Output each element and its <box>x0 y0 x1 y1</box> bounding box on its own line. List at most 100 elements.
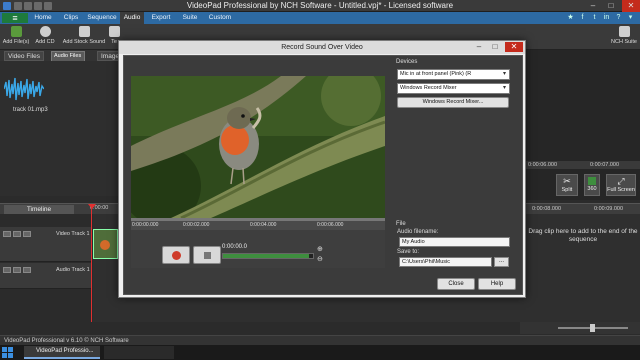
zoom-out-icon[interactable]: ⊖ <box>317 256 325 264</box>
add-stock-sound-label: Add Stock Sound <box>62 39 106 45</box>
input-device-select[interactable]: Mic in at front panel (Pink) (R ▾ <box>397 69 510 80</box>
windows-start-icon[interactable] <box>2 347 14 358</box>
timeline-drop-hint: Drag clip here to add to the end of the … <box>528 228 638 243</box>
stock-sound-icon <box>78 26 90 37</box>
dialog-close-button[interactable]: ✕ <box>505 42 523 52</box>
audio-filename-input[interactable]: My Audio <box>399 237 510 247</box>
cd-icon <box>39 26 51 37</box>
playhead-line[interactable] <box>91 204 92 322</box>
close-dialog-button[interactable]: Close <box>437 278 475 290</box>
status-bar: VideoPad Professional v 6.10 © NCH Softw… <box>0 335 640 345</box>
linkedin-icon[interactable]: in <box>602 13 611 22</box>
record-level-meter <box>222 253 314 259</box>
dialog-ruler: 0:00:00.000 0:00:02.000 0:00:04.000 0:00… <box>131 218 385 230</box>
ruler-time: 0:00:08.000 <box>532 206 562 212</box>
mixer-value: Windows Record Mixer <box>400 85 457 91</box>
dialog-minimize-button[interactable]: – <box>473 42 485 52</box>
tab-audio[interactable]: Audio <box>120 12 144 24</box>
taskbar: VideoPad Professio... <box>0 345 640 360</box>
dialog-title: Record Sound Over Video <box>119 41 525 54</box>
settings-icon[interactable]: ▾ <box>626 13 635 22</box>
record-button[interactable] <box>162 246 190 264</box>
tab-suite[interactable]: Suite <box>178 12 202 24</box>
fullscreen-icon: ⤢ <box>617 176 625 186</box>
full-screen-button[interactable]: ⤢ Full Screen <box>606 174 636 196</box>
tab-custom[interactable]: Custom <box>206 12 234 24</box>
main-menu-button[interactable]: ≡ <box>2 13 28 23</box>
tab-video-files[interactable]: Video Files <box>4 51 45 61</box>
window-title: VideoPad Professional by NCH Software - … <box>186 1 454 10</box>
ruler-time: 0:00:06.000 <box>317 222 344 228</box>
twitter-icon[interactable]: t <box>590 13 599 22</box>
taskbar-item-window[interactable] <box>104 346 174 359</box>
track-options-icon[interactable] <box>23 267 31 273</box>
add-files-label: Add File(s) <box>2 39 30 45</box>
thumbs-up-icon[interactable]: ★ <box>566 13 575 22</box>
record-icon <box>172 251 181 260</box>
stop-button[interactable] <box>193 246 221 264</box>
input-device-value: Mic in at front panel (Pink) (R <box>400 71 472 77</box>
tab-sequence[interactable]: Sequence <box>86 12 118 24</box>
ruler-time: 0:00:02.000 <box>183 222 210 228</box>
clip-name: track 01.mp3 <box>13 107 48 113</box>
maximize-button[interactable]: □ <box>604 0 618 12</box>
360-label: 360 <box>587 186 597 192</box>
browse-button[interactable]: ... <box>494 257 509 267</box>
tab-home[interactable]: Home <box>30 12 56 24</box>
timeline-zoom-strip <box>520 322 640 334</box>
tab-clips[interactable]: Clips <box>58 12 84 24</box>
file-label: File <box>396 221 406 227</box>
dialog-maximize-button[interactable]: □ <box>489 42 501 52</box>
text-icon <box>108 26 120 37</box>
tab-export[interactable]: Export <box>148 12 174 24</box>
track-lock-icon[interactable] <box>13 231 21 237</box>
video-track-label: Video Track 1 <box>56 231 90 237</box>
add-files-icon <box>10 26 22 37</box>
record-level-fill <box>223 254 310 258</box>
track-options-icon[interactable] <box>23 231 31 237</box>
add-files-button[interactable]: Add File(s) <box>2 26 30 45</box>
windows-record-mixer-button[interactable]: Windows Record Mixer... <box>397 97 509 108</box>
playhead-marker[interactable] <box>88 204 96 209</box>
nch-suite-icon <box>618 26 630 37</box>
ruler-time: 0:00:07.000 <box>590 162 620 168</box>
mixer-select[interactable]: Windows Record Mixer ▾ <box>397 83 510 94</box>
360-button[interactable]: 360 <box>584 174 600 196</box>
help-icon[interactable]: ? <box>614 13 623 22</box>
facebook-icon[interactable]: f <box>578 13 587 22</box>
preview-ruler: 0:00:06.000 0:00:07.000 <box>520 161 640 169</box>
help-button[interactable]: Help <box>478 278 516 290</box>
split-button[interactable]: ✂ Split <box>556 174 578 196</box>
video-preview <box>131 76 385 218</box>
stop-icon <box>204 252 211 259</box>
nch-suite-label: NCH Suite <box>611 39 637 45</box>
audio-clip-thumbnail[interactable] <box>4 76 44 103</box>
save-to-input[interactable]: C:\Users\Phil\Music <box>399 257 492 267</box>
zoom-slider-handle[interactable] <box>590 324 595 332</box>
menu-bar: ≡ Home Clips Sequence Audio Export Suite… <box>0 12 640 24</box>
add-stock-sound-button[interactable]: Add Stock Sound <box>62 26 106 45</box>
title-bar: VideoPad Professional by NCH Software - … <box>0 0 640 12</box>
nch-suite-button[interactable]: NCH Suite <box>610 26 638 45</box>
close-button[interactable]: ✕ <box>622 0 640 12</box>
bin-tabs: Video Files Audio Files Image <box>0 50 130 62</box>
save-to-label: Save to: <box>397 249 420 255</box>
add-cd-button[interactable]: Add CD <box>32 26 58 45</box>
track-mute-icon[interactable] <box>3 267 11 273</box>
track-lock-icon[interactable] <box>13 267 21 273</box>
chevron-down-icon: ▾ <box>502 85 506 91</box>
full-screen-label: Full Screen <box>607 187 635 193</box>
position-slider[interactable] <box>131 218 385 221</box>
text-label: Te <box>111 39 117 45</box>
zoom-in-icon[interactable]: ⊕ <box>317 246 325 254</box>
minimize-button[interactable]: – <box>586 0 600 12</box>
track-visibility-icon[interactable] <box>3 231 11 237</box>
video-clip[interactable] <box>93 229 118 259</box>
scissors-icon: ✂ <box>563 176 571 186</box>
audio-track-label: Audio Track 1 <box>56 267 90 273</box>
ruler-time: 0:00:00.000 <box>132 222 159 228</box>
taskbar-item-videopad[interactable]: VideoPad Professio... <box>24 346 100 359</box>
chevron-down-icon: ▾ <box>502 71 506 77</box>
clip-thumbnail-bird <box>100 240 110 250</box>
time-readout: 0:00:00.0 <box>222 244 248 250</box>
